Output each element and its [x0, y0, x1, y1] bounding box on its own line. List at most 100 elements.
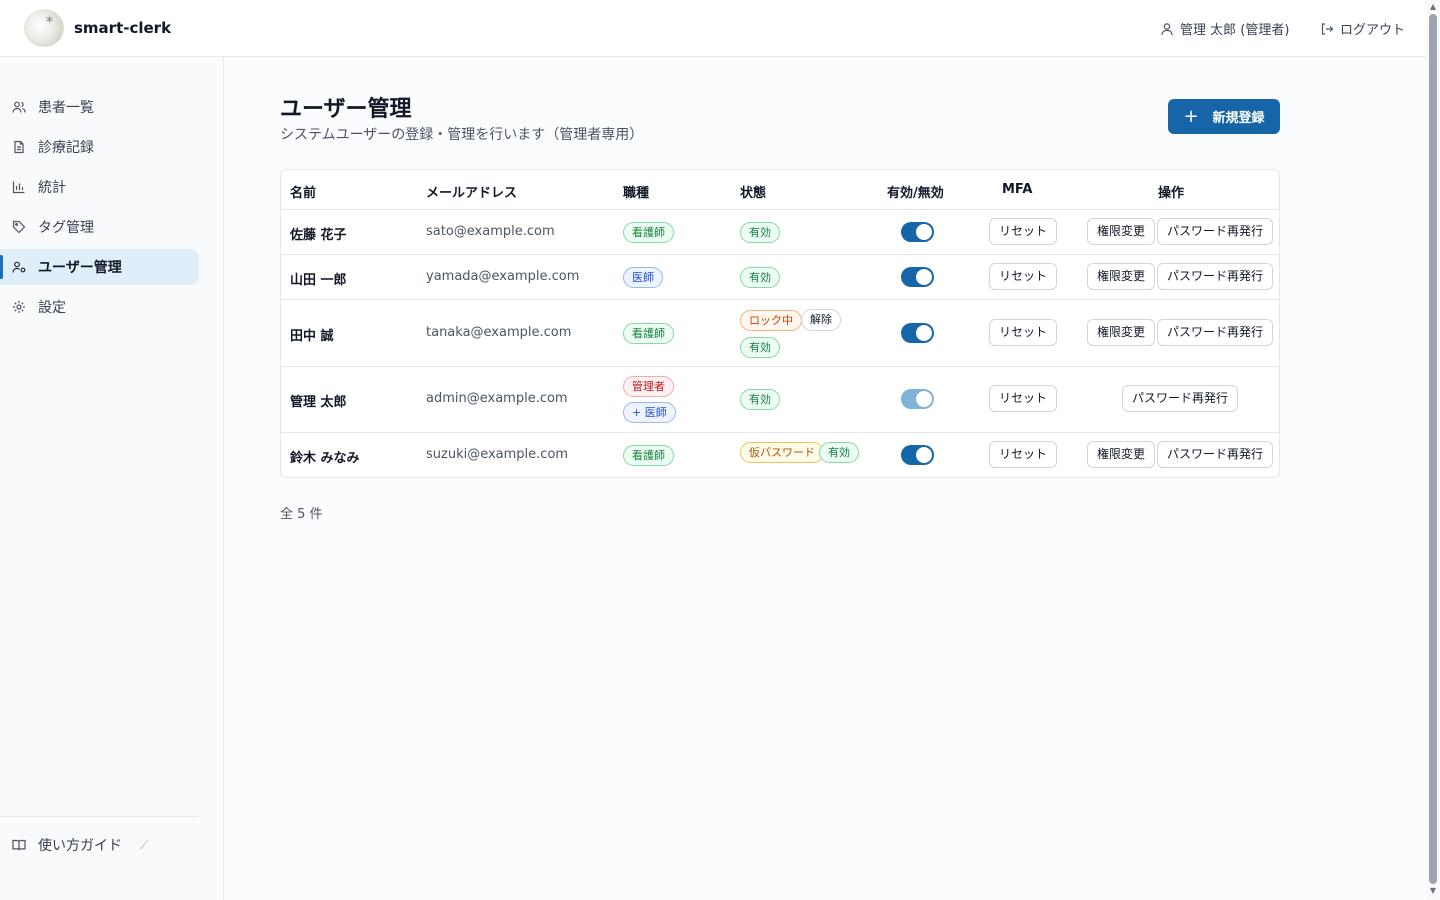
user-name: 佐藤 花子	[290, 228, 347, 243]
sidebar-item-label: 診療記録	[38, 140, 94, 156]
status-badge-temp-password: 仮パスワード	[740, 442, 824, 463]
app-logo[interactable]: ✶	[24, 9, 64, 47]
role-badge: 医師	[623, 267, 663, 288]
user-email: suzuki@example.com	[426, 447, 569, 462]
status-badge: 有効	[740, 337, 780, 358]
user-icon	[1160, 22, 1174, 36]
table-row: 鈴木 みなみ suzuki@example.com 看護師 仮パスワード 有効 …	[281, 432, 1279, 477]
users-table: 名前 メールアドレス 職種 状態 有効/無効 MFA 操作 佐藤 花子 sato…	[280, 169, 1280, 478]
role-badge-admin: 管理者	[623, 376, 674, 397]
sidebar-item-label: 設定	[38, 300, 66, 316]
user-email: tanaka@example.com	[426, 325, 572, 340]
reissue-password-button[interactable]: パスワード再発行	[1157, 218, 1274, 245]
sidebar-item-label: タグ管理	[38, 220, 94, 236]
sidebar-item-settings[interactable]: 設定	[0, 289, 199, 325]
app-title[interactable]: smart-clerk	[74, 19, 171, 37]
change-role-button[interactable]: 権限変更	[1087, 441, 1156, 468]
table-row: 田中 誠 tanaka@example.com 看護師 ロック中 解除 有効 リ…	[281, 299, 1279, 366]
reissue-password-button[interactable]: パスワード再発行	[1157, 441, 1274, 468]
mfa-reset-button[interactable]: リセット	[989, 441, 1058, 468]
mfa-reset-button[interactable]: リセット	[989, 385, 1058, 412]
column-header[interactable]: 有効/無効	[887, 182, 944, 201]
new-user-button[interactable]: + 新規登録	[1168, 99, 1280, 134]
leaf-icon: ✶	[44, 13, 55, 28]
role-badge-secondary: + 医師	[623, 402, 676, 423]
mfa-reset-button[interactable]: リセット	[989, 218, 1058, 245]
document-icon	[12, 140, 26, 154]
logout-icon	[1320, 22, 1334, 36]
scroll-down-icon[interactable]: ▼	[1428, 886, 1438, 896]
column-header[interactable]: 状態	[740, 182, 766, 201]
status-badge-locked: ロック中	[740, 310, 802, 331]
table-row: 山田 一郎 yamada@example.com 医師 有効 リセット 権限変更…	[281, 254, 1279, 299]
change-role-button[interactable]: 権限変更	[1087, 218, 1156, 245]
page-title: ユーザー管理	[280, 97, 412, 122]
sidebar-item-patients[interactable]: 患者一覧	[0, 89, 199, 125]
main-content: ユーザー管理 システムユーザーの登録・管理を行います（管理者専用） + 新規登録…	[224, 57, 1426, 900]
table-row: 佐藤 花子 sato@example.com 看護師 有効 リセット 権限変更 …	[281, 209, 1279, 254]
role-badge: 看護師	[623, 222, 674, 243]
sidebar-divider	[0, 816, 199, 817]
sidebar-item-label: 患者一覧	[38, 100, 94, 116]
column-header[interactable]: MFA	[1002, 182, 1032, 197]
mfa-reset-button[interactable]: リセット	[989, 263, 1058, 290]
sidebar-item-label: 統計	[38, 180, 66, 196]
user-email: sato@example.com	[426, 224, 555, 239]
column-header[interactable]: 操作	[1158, 182, 1184, 201]
scroll-up-icon[interactable]: ▲	[1428, 2, 1438, 12]
user-name: 管理 太郎	[290, 395, 347, 410]
total-count: 全 5 件	[280, 507, 323, 522]
logout-label: ログアウト	[1340, 23, 1406, 38]
user-email: yamada@example.com	[426, 269, 580, 284]
reissue-password-button[interactable]: パスワード再発行	[1122, 385, 1239, 412]
column-header[interactable]: 職種	[623, 182, 649, 201]
users-icon	[12, 100, 26, 114]
enabled-toggle-disabled	[901, 389, 934, 409]
sidebar-item-records[interactable]: 診療記録	[0, 129, 199, 165]
sidebar-item-tags[interactable]: タグ管理	[0, 209, 199, 245]
sidebar-item-label: ユーザー管理	[38, 260, 122, 276]
guide-link[interactable]: 使い方ガイド ⟋	[12, 835, 148, 855]
app-header: ✶ smart-clerk 管理 太郎 (管理者) ログアウト	[0, 0, 1426, 57]
change-role-button[interactable]: 権限変更	[1087, 263, 1156, 290]
sidebar: 患者一覧 診療記録 統計 タグ管理 ユーザー管理 設定 使い方ガイド ⟋	[0, 57, 224, 900]
book-icon	[12, 838, 26, 852]
plus-icon: +	[1183, 105, 1199, 127]
enabled-toggle[interactable]	[901, 267, 934, 287]
role-badge: 看護師	[623, 445, 674, 466]
user-name: 鈴木 みなみ	[290, 451, 360, 466]
user-name: 山田 一郎	[290, 273, 347, 288]
role-badge: 看護師	[623, 323, 674, 344]
user-cog-icon	[12, 260, 26, 274]
mfa-reset-button[interactable]: リセット	[989, 319, 1058, 346]
status-badge: 有効	[740, 222, 780, 243]
gear-icon	[12, 300, 26, 314]
tag-icon	[12, 220, 26, 234]
column-header[interactable]: メールアドレス	[426, 182, 517, 201]
external-link-icon: ⟋	[140, 837, 149, 852]
scrollbar-thumb[interactable]	[1429, 14, 1437, 884]
current-user-label: 管理 太郎 (管理者)	[1180, 23, 1290, 38]
current-user[interactable]: 管理 太郎 (管理者)	[1160, 19, 1289, 38]
enabled-toggle[interactable]	[901, 445, 934, 465]
guide-label: 使い方ガイド	[38, 838, 122, 854]
reissue-password-button[interactable]: パスワード再発行	[1157, 319, 1274, 346]
bar-chart-icon	[12, 180, 26, 194]
enabled-toggle[interactable]	[901, 323, 934, 343]
page-subtitle: システムユーザーの登録・管理を行います（管理者専用）	[280, 127, 644, 143]
sidebar-item-stats[interactable]: 統計	[0, 169, 199, 205]
reissue-password-button[interactable]: パスワード再発行	[1157, 263, 1274, 290]
new-user-label: 新規登録	[1212, 111, 1265, 126]
status-badge: 有効	[740, 267, 780, 288]
user-name: 田中 誠	[290, 329, 334, 344]
column-header[interactable]: 名前	[290, 182, 316, 201]
status-badge: 有効	[819, 442, 859, 463]
unlock-button[interactable]: 解除	[801, 309, 841, 331]
sidebar-item-users[interactable]: ユーザー管理	[0, 249, 199, 285]
change-role-button[interactable]: 権限変更	[1087, 319, 1156, 346]
logout-button[interactable]: ログアウト	[1320, 19, 1405, 38]
scrollbar[interactable]: ▲ ▼	[1426, 0, 1440, 900]
enabled-toggle[interactable]	[901, 222, 934, 242]
status-badge: 有効	[740, 389, 780, 410]
user-email: admin@example.com	[426, 391, 568, 406]
